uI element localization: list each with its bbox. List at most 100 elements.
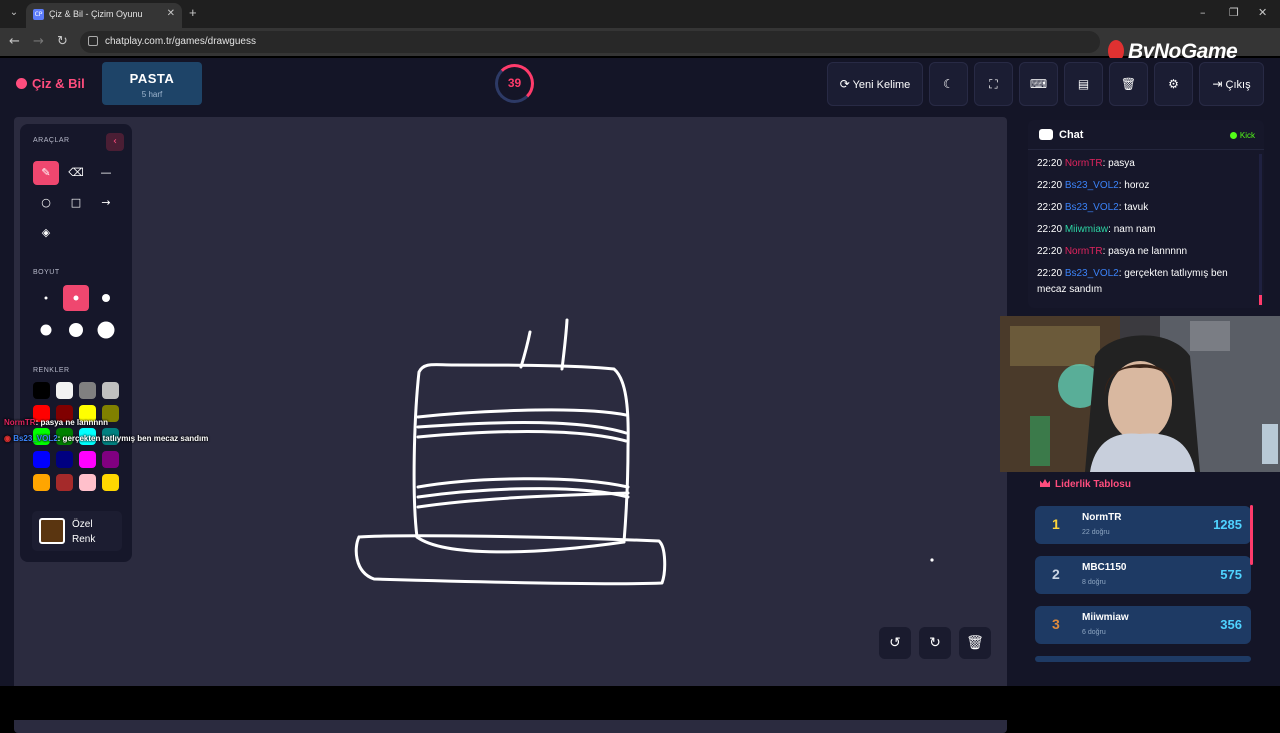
fullscreen-button[interactable]: ⛶ (974, 62, 1013, 106)
overlay-chat-line: NormTR: pasya ne lannnnn (4, 418, 108, 427)
leaderboard-row-partial (1035, 656, 1251, 662)
rank: 3 (1052, 616, 1060, 632)
keyboard-icon: ⌨ (1029, 77, 1048, 91)
leaderboard-row: 2 MBC1150 8 doğru 575 (1035, 556, 1251, 594)
size-option-xs[interactable] (33, 285, 59, 311)
browser-tab[interactable]: CP Çiz & Bil - Çizim Oyunu ✕ (26, 3, 182, 28)
size-option-m[interactable] (93, 285, 119, 311)
minimize-icon[interactable]: – (1200, 6, 1206, 19)
size-option-s[interactable] (63, 285, 89, 311)
overlay-username: Bs23_VOL2 (13, 434, 58, 443)
app-root: Çiz & Bil PASTA 5 harf 39 ⟳ Yeni Kelime … (0, 58, 1280, 733)
message-time: 22:20 (1037, 202, 1063, 213)
moon-icon: ☾ (943, 77, 954, 91)
reload-icon[interactable]: ↻ (57, 34, 68, 49)
color-swatch[interactable] (56, 474, 73, 491)
site-info-icon[interactable] (88, 36, 98, 46)
message-user[interactable]: Bs23_VOL2 (1065, 180, 1119, 191)
redo-button[interactable]: ↻ (919, 627, 951, 659)
message-user[interactable]: NormTR (1065, 246, 1103, 257)
rank: 1 (1052, 516, 1060, 532)
circle-tool[interactable]: ○ (33, 191, 59, 215)
archive-button[interactable]: ▤ (1064, 62, 1103, 106)
word-length: 5 harf (141, 90, 163, 99)
tab-list-chevron-icon[interactable]: ⌄ (6, 5, 22, 21)
message-user[interactable]: Bs23_VOL2 (1065, 202, 1119, 213)
message-user[interactable]: NormTR (1065, 158, 1103, 169)
forward-icon[interactable]: → (33, 34, 44, 49)
address-bar[interactable]: chatplay.com.tr/games/drawguess (80, 31, 1100, 53)
chat-scroll-thumb[interactable] (1259, 295, 1262, 305)
arrow-tool[interactable]: → (93, 191, 119, 215)
chat-bubble-icon (1039, 129, 1053, 140)
color-swatch[interactable] (33, 474, 50, 491)
size-dot (73, 295, 79, 301)
exit-button[interactable]: ⇥ Çıkış (1199, 62, 1264, 106)
fill-tool[interactable]: ◈ (33, 221, 59, 245)
trash-icon: 🗑 (1120, 77, 1137, 91)
leaderboard-scrollbar[interactable] (1250, 505, 1253, 565)
collapse-panel-icon[interactable]: ‹ (106, 133, 124, 151)
color-swatch[interactable] (56, 451, 73, 468)
player-name: MBC1150 (1082, 562, 1127, 573)
back-icon[interactable]: ← (9, 34, 20, 49)
clear-canvas-button[interactable]: 🗑 (959, 627, 991, 659)
rectangle-tool[interactable]: □ (63, 191, 89, 215)
taskbar-strip (0, 686, 1280, 720)
new-tab-icon[interactable]: + (189, 6, 197, 19)
message-text: : pasya (1102, 158, 1135, 169)
correct-count: 8 doğru (1082, 579, 1106, 586)
size-dot (69, 323, 83, 337)
delete-button[interactable]: 🗑 (1109, 62, 1148, 106)
color-swatch[interactable] (79, 451, 96, 468)
circle-icon: ○ (41, 196, 51, 209)
trash-icon: 🗑 (966, 635, 984, 651)
color-swatch[interactable] (102, 382, 119, 399)
streamer-webcam (1000, 316, 1280, 472)
dark-mode-button[interactable]: ☾ (929, 62, 968, 106)
size-dot (102, 294, 110, 302)
size-option-xxl[interactable] (93, 317, 119, 343)
color-swatch[interactable] (79, 382, 96, 399)
app-logo[interactable]: Çiz & Bil (16, 76, 85, 91)
crown-icon (1040, 479, 1050, 487)
line-tool[interactable]: — (93, 161, 119, 185)
chat-message: 22:20 Bs23_VOL2: gerçekten tatlıymış ben… (1037, 266, 1255, 298)
undo-button[interactable]: ↺ (879, 627, 911, 659)
browser-tab-bar: ⌄ CP Çiz & Bil - Çizim Oyunu ✕ + – ❐ ✕ (0, 0, 1280, 28)
size-option-l[interactable] (33, 317, 59, 343)
close-window-icon[interactable]: ✕ (1258, 6, 1267, 19)
colors-label: RENKLER (33, 367, 70, 374)
overlay-text: : pasya ne lannnnn (35, 418, 109, 427)
message-user[interactable]: Miiwmiaw (1065, 224, 1108, 235)
archive-icon: ▤ (1077, 77, 1090, 91)
color-swatch[interactable] (56, 382, 73, 399)
app-header: Çiz & Bil PASTA 5 harf 39 ⟳ Yeni Kelime … (0, 58, 1280, 110)
new-word-button[interactable]: ⟳ Yeni Kelime (827, 62, 923, 106)
chat-scrollbar[interactable] (1259, 154, 1262, 304)
message-user[interactable]: Bs23_VOL2 (1065, 268, 1119, 279)
favicon-icon: CP (33, 9, 44, 20)
restore-icon[interactable]: ❐ (1229, 6, 1239, 19)
custom-color-button[interactable]: Özel Renk (32, 511, 122, 551)
close-tab-icon[interactable]: ✕ (167, 8, 175, 19)
color-swatch[interactable] (33, 451, 50, 468)
settings-button[interactable]: ⚙ (1154, 62, 1193, 106)
chat-message: 22:20 Bs23_VOL2: horoz (1037, 178, 1255, 194)
drawing-canvas[interactable] (14, 117, 1007, 733)
color-swatch[interactable] (102, 474, 119, 491)
keyboard-button[interactable]: ⌨ (1019, 62, 1058, 106)
line-icon: — (100, 166, 112, 179)
color-swatch[interactable] (102, 451, 119, 468)
player-name: NormTR (1082, 512, 1122, 523)
leaderboard-title: Liderlik Tablosu (1040, 479, 1131, 490)
message-text: : pasya ne lannnnn (1102, 246, 1188, 257)
color-swatch[interactable] (79, 474, 96, 491)
pen-tool[interactable]: ✎ (33, 161, 59, 185)
color-swatch[interactable] (33, 382, 50, 399)
leaderboard-row: 3 Miiwmiaw 6 doğru 356 (1035, 606, 1251, 644)
kick-badge-icon: ◉ (4, 434, 14, 443)
size-option-xl[interactable] (63, 317, 89, 343)
overlay-chat-line: ◉ Bs23_VOL2: gerçekten tatlıymış ben mec… (4, 434, 208, 443)
eraser-tool[interactable]: ⌫ (63, 161, 89, 185)
